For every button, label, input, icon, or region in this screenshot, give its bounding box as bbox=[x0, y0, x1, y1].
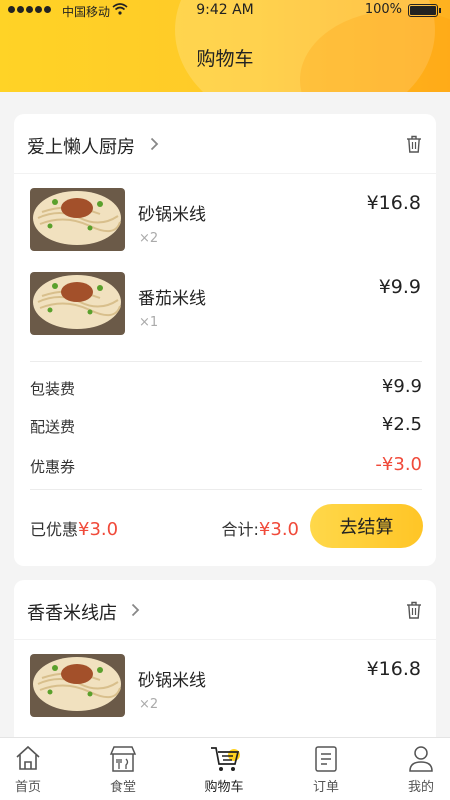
cart-item[interactable]: 砂锅米线 ×2 ¥16.8 bbox=[14, 188, 436, 272]
fee-row-coupon[interactable]: 优惠券 -¥3.0 bbox=[30, 454, 422, 478]
fee-row-delivery: 配送费 ¥2.5 bbox=[30, 414, 422, 438]
home-icon bbox=[16, 745, 40, 770]
fee-label: 优惠券 bbox=[30, 458, 76, 476]
fee-row-packaging: 包装费 ¥9.9 bbox=[30, 376, 422, 400]
divider bbox=[30, 361, 422, 362]
battery-icon bbox=[408, 4, 441, 17]
item-quantity: ×1 bbox=[139, 315, 159, 330]
shop-header[interactable]: 香香米线店 bbox=[14, 580, 436, 640]
discount-value: ¥3.0 bbox=[78, 519, 119, 540]
divider bbox=[30, 489, 422, 490]
trash-icon[interactable] bbox=[406, 601, 422, 619]
orders-icon bbox=[315, 746, 337, 772]
profile-icon bbox=[409, 746, 433, 772]
chevron-right-icon[interactable] bbox=[131, 602, 140, 621]
checkout-button[interactable]: 去结算 bbox=[310, 504, 423, 548]
tab-label: 订单 bbox=[312, 780, 339, 795]
status-bar: 中国移动 9:42 AM 100% bbox=[0, 0, 450, 22]
discount-label: 已优惠 bbox=[30, 520, 79, 539]
shop-header[interactable]: 爱上懒人厨房 bbox=[14, 114, 436, 174]
discount-summary: 已优惠¥3.0 bbox=[30, 516, 118, 540]
header-bar: 中国移动 9:42 AM 100% 购物车 bbox=[0, 0, 450, 92]
food-image[interactable] bbox=[30, 272, 125, 335]
item-quantity: ×2 bbox=[139, 231, 159, 246]
food-image[interactable] bbox=[30, 188, 125, 251]
shop-name[interactable]: 香香米线店 bbox=[27, 599, 117, 625]
item-name: 番茄米线 bbox=[138, 289, 206, 309]
trash-icon[interactable] bbox=[406, 135, 422, 153]
shop-card: 爱上懒人厨房 砂锅米线 ×2 ¥16.8 番茄米线 ×1 ¥9.9 包装费 ¥9… bbox=[14, 114, 436, 566]
coupon-value: -¥3.0 bbox=[375, 454, 422, 475]
total-summary: 合计:¥3.0 bbox=[222, 516, 299, 540]
tab-label: 购物车 bbox=[204, 780, 244, 795]
tab-bar: 首页 食堂 购物车 订单 我的 bbox=[0, 737, 450, 800]
tab-label: 首页 bbox=[14, 780, 41, 795]
item-quantity: ×2 bbox=[139, 697, 159, 712]
cart-item[interactable]: 砂锅米线 ×2 ¥16.8 bbox=[14, 654, 436, 738]
item-price: ¥16.8 bbox=[366, 192, 421, 214]
item-name: 砂锅米线 bbox=[138, 205, 206, 225]
total-value: ¥3.0 bbox=[258, 519, 299, 540]
tab-cart[interactable]: 购物车 bbox=[179, 738, 269, 800]
canteen-icon bbox=[109, 746, 137, 772]
page-title: 购物车 bbox=[196, 48, 254, 70]
tab-profile[interactable]: 我的 bbox=[376, 738, 450, 800]
fee-value: ¥9.9 bbox=[381, 376, 422, 397]
cart-item[interactable]: 番茄米线 ×1 ¥9.9 bbox=[14, 272, 436, 356]
tab-home[interactable]: 首页 bbox=[0, 738, 73, 800]
item-price: ¥16.8 bbox=[366, 658, 421, 680]
tab-orders[interactable]: 订单 bbox=[281, 738, 371, 800]
cart-icon bbox=[211, 747, 240, 771]
shop-name[interactable]: 爱上懒人厨房 bbox=[27, 133, 135, 159]
tab-canteen[interactable]: 食堂 bbox=[78, 738, 168, 800]
fee-label: 配送费 bbox=[30, 418, 76, 436]
food-image[interactable] bbox=[30, 654, 125, 717]
item-name: 砂锅米线 bbox=[138, 671, 206, 691]
shop-card: 香香米线店 砂锅米线 ×2 ¥16.8 bbox=[14, 580, 436, 750]
fee-value: ¥2.5 bbox=[381, 414, 422, 435]
total-label: 合计: bbox=[221, 520, 259, 539]
fee-label: 包装费 bbox=[30, 380, 76, 398]
tab-label: 我的 bbox=[407, 780, 434, 795]
chevron-right-icon[interactable] bbox=[150, 136, 159, 155]
battery-percent: 100% bbox=[364, 2, 402, 17]
item-price: ¥9.9 bbox=[378, 276, 421, 298]
tab-label: 食堂 bbox=[109, 780, 136, 795]
